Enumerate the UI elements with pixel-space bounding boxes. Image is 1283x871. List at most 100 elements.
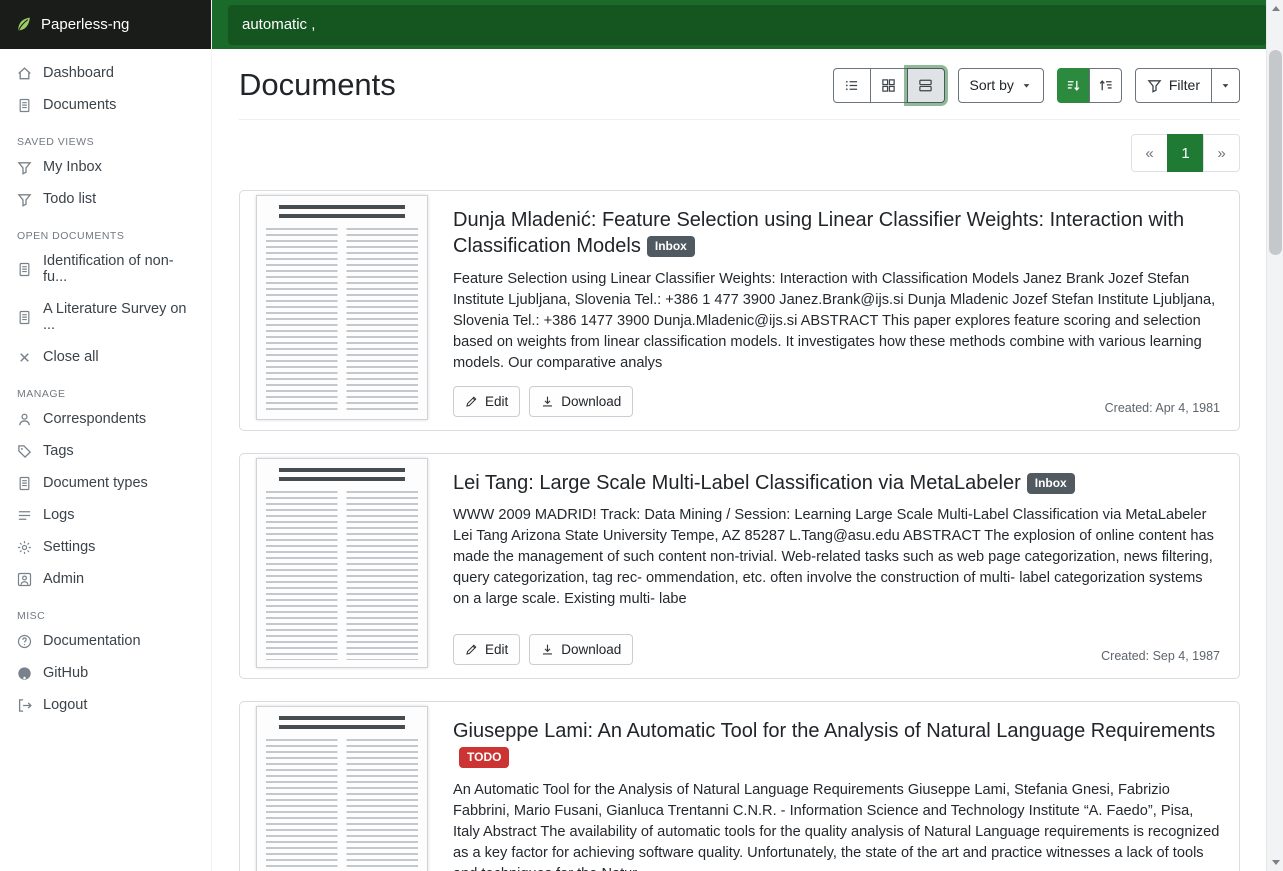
grid-view-icon xyxy=(881,78,896,93)
sidebar-item-dashboard[interactable]: Dashboard xyxy=(0,57,211,89)
search-input[interactable] xyxy=(228,5,1267,45)
sort-descending-button[interactable] xyxy=(1057,68,1090,103)
thumbnail-page xyxy=(256,706,428,871)
sidebar-section-saved-views: SAVED VIEWS xyxy=(0,121,211,151)
download-label: Download xyxy=(561,394,621,409)
pagination-next-button[interactable]: » xyxy=(1203,134,1240,172)
sidebar-item-my-inbox[interactable]: My Inbox xyxy=(0,151,211,183)
sidebar-item-label: Dashboard xyxy=(43,65,114,81)
tag-badge[interactable]: Inbox xyxy=(647,236,695,257)
document-title-text: Dunja Mladenić: Feature Selection using … xyxy=(453,209,1184,257)
tag-icon xyxy=(17,444,32,459)
tag-badge[interactable]: TODO xyxy=(459,747,509,768)
sidebar-section-open-documents: OPEN DOCUMENTS xyxy=(0,215,211,245)
document-title[interactable]: Giuseppe Lami: An Automatic Tool for the… xyxy=(453,718,1220,771)
sort-descending-icon xyxy=(1066,78,1081,93)
created-date: Created: Apr 4, 1981 xyxy=(1105,401,1220,417)
sidebar: Paperless-ng Dashboard Documents SAVED V… xyxy=(0,0,212,871)
sidebar-item-github[interactable]: GitHub xyxy=(0,657,211,689)
sidebar-item-todo-list[interactable]: Todo list xyxy=(0,183,211,215)
dashboard-icon xyxy=(17,66,32,81)
github-icon xyxy=(17,666,32,681)
download-icon xyxy=(541,395,554,408)
document-card: Giuseppe Lami: An Automatic Tool for the… xyxy=(239,701,1240,871)
scrollbar[interactable] xyxy=(1266,0,1283,871)
sidebar-item-label: Settings xyxy=(43,539,95,555)
sidebar-item-label: My Inbox xyxy=(43,159,102,175)
pagination-prev-button[interactable]: « xyxy=(1131,134,1168,172)
sidebar-item-label: Logs xyxy=(43,507,74,523)
thumbnail-page xyxy=(256,195,428,420)
app-brand[interactable]: Paperless-ng xyxy=(0,0,211,49)
view-grid-button[interactable] xyxy=(870,68,908,103)
sidebar-item-close-all[interactable]: Close all xyxy=(0,341,211,373)
caret-down-icon xyxy=(1220,80,1231,91)
leaf-logo-icon xyxy=(15,16,32,33)
list-view-icon xyxy=(844,78,859,93)
sidebar-item-admin[interactable]: Admin xyxy=(0,563,211,595)
sidebar-item-documents[interactable]: Documents xyxy=(0,89,211,121)
view-list-button[interactable] xyxy=(833,68,871,103)
edit-button[interactable]: Edit xyxy=(453,386,520,417)
created-date: Created: Sep 4, 1987 xyxy=(1101,649,1220,665)
pagination-row: « 1 » xyxy=(239,134,1240,172)
main-content: Documents Sort by xyxy=(212,49,1266,871)
download-button[interactable]: Download xyxy=(529,634,633,665)
sidebar-item-documentation[interactable]: Documentation xyxy=(0,625,211,657)
document-title[interactable]: Lei Tang: Large Scale Multi-Label Classi… xyxy=(453,470,1220,496)
sidebar-item-label: Documentation xyxy=(43,633,141,649)
sidebar-item-open-doc-1[interactable]: Identification of non-fu... xyxy=(0,245,211,293)
tag-badge[interactable]: Inbox xyxy=(1027,473,1075,494)
sidebar-nav: Dashboard Documents SAVED VIEWS My Inbox… xyxy=(0,49,211,721)
sidebar-item-tags[interactable]: Tags xyxy=(0,435,211,467)
sidebar-item-logs[interactable]: Logs xyxy=(0,499,211,531)
edit-button[interactable]: Edit xyxy=(453,634,520,665)
download-label: Download xyxy=(561,642,621,657)
page-header: Documents Sort by xyxy=(239,67,1240,120)
sidebar-item-document-types[interactable]: Document types xyxy=(0,467,211,499)
sidebar-item-logout[interactable]: Logout xyxy=(0,689,211,721)
document-card: Dunja Mladenić: Feature Selection using … xyxy=(239,190,1240,431)
document-thumbnail[interactable] xyxy=(240,702,430,871)
funnel-icon xyxy=(1147,78,1162,93)
brand-name: Paperless-ng xyxy=(41,16,129,33)
document-card-footer: Edit Download Created: Apr 4, 1981 xyxy=(453,386,1220,417)
download-button[interactable]: Download xyxy=(529,386,633,417)
sidebar-item-correspondents[interactable]: Correspondents xyxy=(0,403,211,435)
person-square-icon xyxy=(17,572,32,587)
person-icon xyxy=(17,412,32,427)
funnel-icon xyxy=(17,160,32,175)
sort-ascending-button[interactable] xyxy=(1089,68,1122,103)
document-card-body: Giuseppe Lami: An Automatic Tool for the… xyxy=(430,702,1239,871)
sidebar-item-label: Logout xyxy=(43,697,87,713)
sidebar-item-label: Todo list xyxy=(43,191,96,207)
gear-icon xyxy=(17,540,32,555)
sidebar-item-open-doc-2[interactable]: A Literature Survey on ... xyxy=(0,293,211,341)
pagination-page-1[interactable]: 1 xyxy=(1167,134,1204,172)
documents-icon xyxy=(17,98,32,113)
scroll-down-arrow[interactable] xyxy=(1267,854,1283,871)
view-detail-button[interactable] xyxy=(907,68,945,103)
pagination: « 1 » xyxy=(1131,134,1240,172)
sidebar-item-label: A Literature Survey on ... xyxy=(43,301,194,333)
sidebar-item-label: Close all xyxy=(43,349,99,365)
pencil-icon xyxy=(465,395,478,408)
document-thumbnail[interactable] xyxy=(240,454,430,678)
close-icon xyxy=(17,350,32,365)
document-card-body: Dunja Mladenić: Feature Selection using … xyxy=(430,191,1239,430)
scrollbar-thumb[interactable] xyxy=(1269,50,1282,255)
document-excerpt: WWW 2009 MADRID! Track: Data Mining / Se… xyxy=(453,505,1220,610)
sort-by-label: Sort by xyxy=(970,77,1014,93)
document-card-footer: Edit Download Created: Sep 4, 1987 xyxy=(453,634,1220,665)
top-navbar xyxy=(212,0,1283,49)
document-title[interactable]: Dunja Mladenić: Feature Selection using … xyxy=(453,207,1220,260)
list-lines-icon xyxy=(17,508,32,523)
edit-label: Edit xyxy=(485,394,508,409)
file-text-icon xyxy=(17,476,32,491)
filter-button[interactable]: Filter xyxy=(1135,68,1212,103)
filter-dropdown-toggle[interactable] xyxy=(1211,68,1240,103)
document-thumbnail[interactable] xyxy=(240,191,430,430)
sidebar-item-settings[interactable]: Settings xyxy=(0,531,211,563)
sort-by-button[interactable]: Sort by xyxy=(958,68,1044,103)
scroll-up-arrow[interactable] xyxy=(1267,0,1283,17)
